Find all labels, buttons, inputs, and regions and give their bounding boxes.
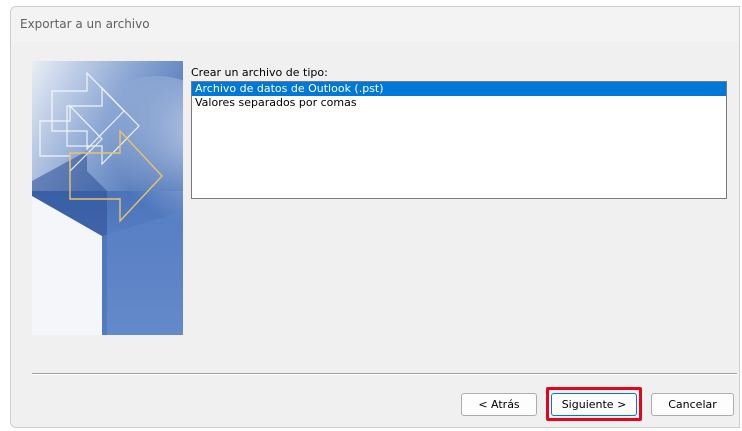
file-type-label: Crear un archivo de tipo:	[191, 66, 328, 79]
title-bar: Exportar a un archivo	[11, 7, 739, 43]
cancel-button[interactable]: Cancelar	[651, 393, 734, 416]
window-title: Exportar a un archivo	[20, 17, 150, 31]
file-type-listbox[interactable]: Archivo de datos de Outlook (.pst) Valor…	[191, 81, 727, 199]
next-button[interactable]: Siguiente >	[551, 393, 637, 416]
back-button[interactable]: < Atrás	[461, 393, 537, 416]
list-item-pst[interactable]: Archivo de datos de Outlook (.pst)	[192, 82, 726, 96]
separator	[32, 373, 737, 375]
wizard-banner-image	[32, 61, 183, 335]
export-dialog: Exportar a un archivo Crear un archivo d…	[10, 6, 740, 428]
list-item-csv[interactable]: Valores separados por comas	[192, 96, 726, 110]
arrows-graphic-icon	[32, 61, 183, 335]
